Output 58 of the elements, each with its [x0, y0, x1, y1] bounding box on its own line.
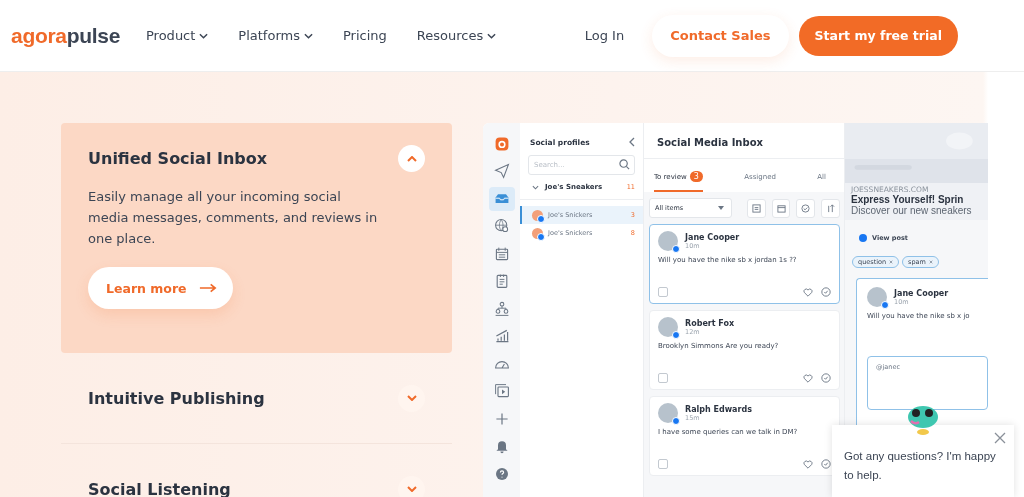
- nav-link[interactable]: Product: [146, 28, 209, 43]
- send-icon[interactable]: [493, 163, 510, 180]
- avatar: [658, 231, 678, 251]
- close-icon[interactable]: [994, 432, 1006, 444]
- chevron-down-icon: [406, 486, 417, 492]
- heart-icon[interactable]: [803, 459, 813, 469]
- nav-link[interactable]: Platforms: [238, 28, 313, 43]
- checkbox[interactable]: [658, 459, 668, 469]
- collapse-button[interactable]: [398, 145, 425, 172]
- chevron-down-icon: [487, 32, 497, 39]
- avatar: [867, 287, 887, 307]
- arrow-right-icon: [198, 283, 217, 293]
- document-icon[interactable]: [747, 198, 766, 218]
- caret-down-icon: [718, 206, 724, 210]
- avatar-icon: [532, 209, 543, 221]
- link-headline: Express Yourself! Sprin: [851, 194, 964, 205]
- feature-title: Unified Social Inbox: [88, 149, 268, 168]
- checkbox[interactable]: [658, 287, 668, 297]
- panel-title: Social Media Inbox: [644, 123, 844, 159]
- avatar-icon: [532, 227, 543, 239]
- collapse-icon[interactable]: [629, 137, 635, 147]
- logo[interactable]: agorapulse: [11, 23, 146, 48]
- help-icon[interactable]: [493, 465, 510, 482]
- expand-button[interactable]: [398, 475, 425, 497]
- chevron-down-icon: [199, 32, 209, 39]
- chart-icon[interactable]: [493, 328, 510, 345]
- plus-icon[interactable]: [493, 410, 510, 427]
- avatar: [658, 317, 678, 337]
- login-link[interactable]: Log In: [584, 28, 625, 43]
- chevron-down-icon: [532, 184, 539, 190]
- sender-name: Jane Cooper: [685, 232, 740, 242]
- avatar: [658, 403, 678, 423]
- sender-name: Robert Fox: [685, 318, 735, 328]
- chat-message: Got any questions? I'm happy to help.: [844, 449, 997, 483]
- heart-icon[interactable]: [803, 373, 813, 383]
- check-icon[interactable]: [821, 287, 831, 297]
- calendar-icon[interactable]: [493, 245, 510, 262]
- chevron-down-icon: [406, 395, 417, 401]
- chevron-up-icon: [406, 155, 417, 162]
- heart-icon[interactable]: [803, 287, 813, 297]
- feature-title: Intuitive Publishing: [88, 388, 265, 408]
- sender-name: Jane Cooper: [894, 288, 949, 298]
- globe-icon[interactable]: [493, 218, 510, 235]
- check-icon[interactable]: [821, 373, 831, 383]
- chevron-down-icon: [303, 32, 313, 39]
- nav-link[interactable]: Pricing: [342, 28, 387, 43]
- calendar-icon[interactable]: [771, 198, 791, 218]
- logo-icon[interactable]: [493, 135, 510, 152]
- org-icon[interactable]: [493, 300, 510, 317]
- nav-link[interactable]: Resources: [416, 28, 497, 43]
- feature-description: Easily manage all your incoming social media messages, comments, and reviews in one place.: [88, 188, 378, 248]
- sender-name: Ralph Edwards: [685, 404, 752, 414]
- checkbox[interactable]: [658, 373, 668, 383]
- check-icon[interactable]: [821, 459, 831, 469]
- video-icon[interactable]: [493, 383, 510, 400]
- search-icon: [619, 159, 630, 170]
- link-subtitle: Discover our new sneakers: [851, 205, 973, 216]
- sort-icon[interactable]: [821, 198, 840, 218]
